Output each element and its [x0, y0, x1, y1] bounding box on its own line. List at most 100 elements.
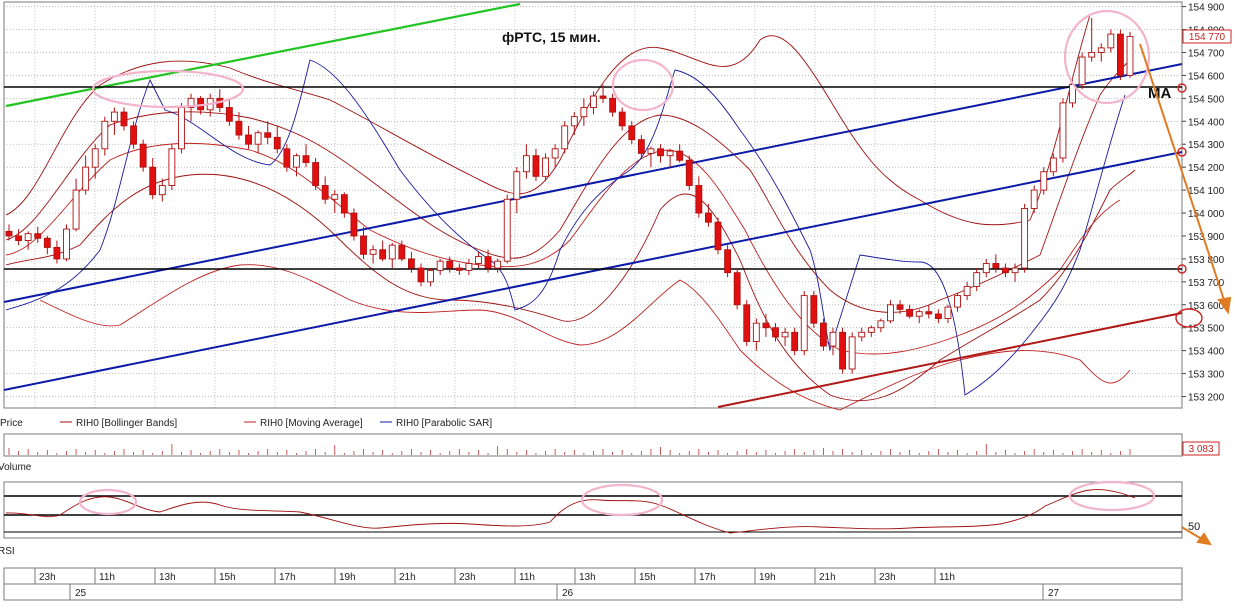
candle-down: [896, 304, 904, 310]
candle-up: [1021, 207, 1029, 269]
price-tick-label: 154 100: [1188, 186, 1225, 197]
candle-down: [130, 125, 137, 145]
legend-sar: RIH0 [Parabolic SAR]: [396, 418, 492, 429]
candle-down: [5, 230, 13, 237]
candle-down: [705, 212, 712, 223]
candle-down: [350, 212, 358, 237]
candle-down: [657, 148, 664, 157]
candle-up: [494, 260, 502, 269]
candle-down: [733, 272, 741, 306]
candle-down: [53, 246, 61, 260]
time-tick-label: 17h: [699, 572, 716, 583]
candle-down: [407, 258, 415, 269]
ma-label: MA: [1148, 85, 1171, 102]
candle-down: [235, 120, 243, 136]
candle-down: [762, 322, 770, 329]
price-tick-label: 153 800: [1188, 255, 1225, 266]
price-tick-label: 154 000: [1188, 209, 1225, 220]
candle-up: [915, 311, 923, 317]
candle-up: [24, 233, 32, 242]
candle-down: [273, 136, 281, 150]
time-tick-label: 23h: [459, 572, 476, 583]
candle-down: [34, 233, 42, 239]
time-tick-label: 11h: [99, 572, 115, 583]
candle-up: [752, 322, 760, 342]
price-tick-label: 153 500: [1188, 324, 1225, 335]
candle-up: [877, 320, 885, 329]
candle-up: [954, 295, 961, 308]
candle-down: [609, 97, 617, 113]
candle-up: [1049, 157, 1057, 173]
price-tick-label: 154 900: [1188, 3, 1225, 14]
candle-up: [82, 166, 90, 191]
candle-down: [695, 185, 703, 214]
candle-up: [1059, 102, 1067, 159]
legend-bollinger: RIH0 [Bollinger Bands]: [76, 418, 177, 429]
chart-window: 154 900154 800154 700154 600154 500154 4…: [0, 0, 1235, 603]
candle-up: [63, 228, 70, 260]
candle-down: [618, 111, 626, 127]
candle-down: [139, 143, 147, 168]
candle-up: [388, 244, 396, 260]
candle-up: [781, 331, 789, 338]
candle-up: [887, 304, 894, 322]
time-tick-label: 19h: [759, 572, 776, 583]
candle-up: [982, 263, 990, 274]
candle-down: [43, 237, 51, 248]
candle-down: [637, 139, 645, 154]
rsi-panel-label: RSI: [0, 546, 15, 557]
candle-up: [867, 327, 875, 333]
price-tick-label: 154 600: [1188, 71, 1225, 82]
candle-down: [791, 331, 799, 352]
chart-title: фРТС, 15 мин.: [502, 29, 601, 45]
candle-down: [455, 267, 463, 271]
candle-up: [436, 260, 444, 271]
legend-price: Price: [0, 418, 23, 429]
candle-up: [110, 111, 118, 122]
time-tick-label: 11h: [939, 572, 955, 583]
candle-up: [101, 120, 109, 150]
candle-up: [72, 189, 80, 230]
candle-up: [331, 194, 339, 200]
time-tick-label: 17h: [279, 572, 296, 583]
candle-up: [944, 306, 952, 319]
candle-up: [666, 150, 674, 157]
candle-up: [178, 107, 185, 150]
forecast-arrow-rsi-head: [1196, 532, 1212, 546]
candle-down: [120, 111, 128, 127]
candle-up: [590, 95, 597, 108]
candle-up: [293, 155, 300, 168]
candle-up: [369, 249, 377, 255]
candle-down: [398, 244, 406, 260]
time-tick-label: 11h: [519, 572, 535, 583]
date-label: 26: [562, 588, 574, 599]
candle-up: [1030, 189, 1038, 209]
candle-up: [254, 132, 262, 145]
candle-up: [858, 331, 866, 338]
candle-up: [1011, 267, 1019, 274]
candle-down: [264, 132, 272, 138]
volume-panel-label: Volume: [0, 462, 32, 473]
candle-up: [522, 155, 530, 173]
candle-up: [475, 256, 482, 264]
date-label: 27: [1048, 588, 1060, 599]
candle-down: [810, 295, 818, 324]
candle-down: [714, 221, 722, 251]
candle-down: [839, 331, 846, 370]
candle-down: [417, 267, 425, 283]
candle-down: [676, 150, 684, 161]
time-tick-label: 13h: [579, 572, 596, 583]
candle-up: [1126, 35, 1134, 76]
candle-down: [743, 304, 751, 342]
candle-up: [570, 116, 578, 127]
candle-down: [245, 134, 252, 145]
price-tick-label: 154 200: [1188, 163, 1225, 174]
candle-up: [800, 295, 808, 352]
legend: Price RIH0 [Bollinger Bands] RIH0 [Movin…: [0, 418, 492, 429]
chart-svg: 154 900154 800154 700154 600154 500154 4…: [0, 1, 1232, 601]
candle-up: [91, 148, 99, 168]
price-tick-label: 154 300: [1188, 140, 1225, 151]
candle-up: [848, 336, 856, 370]
candle-down: [321, 185, 329, 200]
candle-up: [1097, 47, 1105, 53]
